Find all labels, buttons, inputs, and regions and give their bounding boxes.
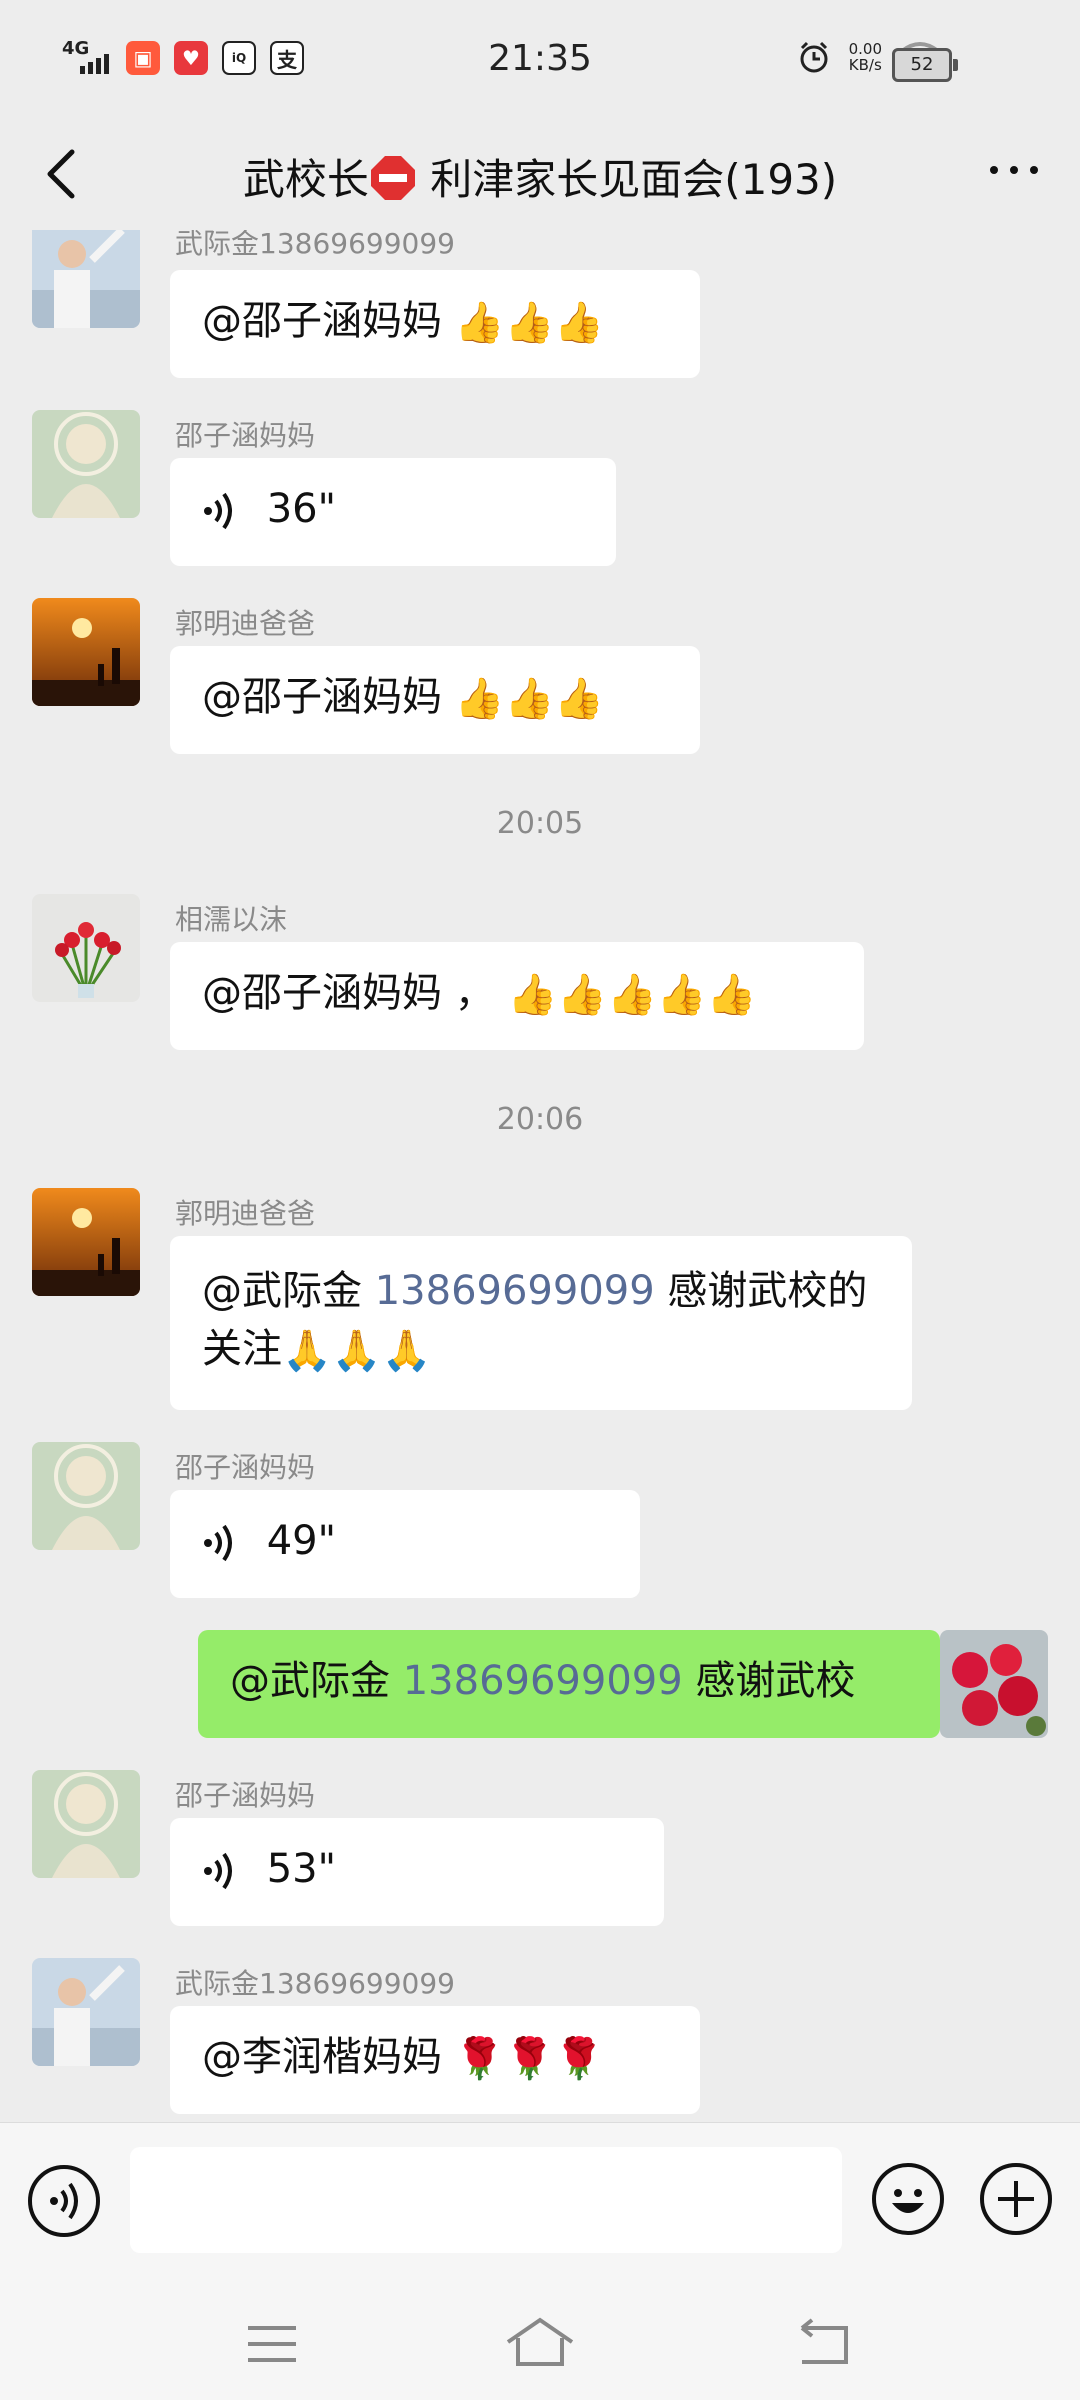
chat-title-prefix: 武校长	[242, 155, 369, 204]
mention-phone-number[interactable]: 13869699099	[403, 1658, 683, 1704]
avatar[interactable]	[32, 1958, 140, 2066]
emoji-icon[interactable]	[872, 2163, 944, 2235]
thumbs-up-emoji: 👍👍👍👍👍	[507, 972, 757, 1018]
message-bubble[interactable]: @邵子涵妈妈 ， 👍👍👍👍👍	[170, 942, 864, 1050]
voice-duration: 49"	[266, 1518, 337, 1564]
thumbs-up-emoji: 👍👍👍	[454, 300, 605, 346]
message-bubble[interactable]: @邵子涵妈妈 👍👍👍	[170, 646, 700, 754]
voice-message-bubble[interactable]: 53"	[170, 1818, 664, 1926]
avatar[interactable]	[32, 1442, 140, 1550]
message-bubble[interactable]: @李润楷妈妈 🌹🌹🌹	[170, 2006, 700, 2114]
sender-name: 武际金13869699099	[175, 1967, 455, 2000]
voice-duration: 36"	[266, 486, 337, 532]
chat-header: 武校长 利津家长见面会(193)	[0, 120, 1080, 230]
voice-message-bubble[interactable]: 49"	[170, 1490, 640, 1598]
system-nav-bar	[0, 2282, 1080, 2400]
more-dots-icon[interactable]	[984, 150, 1044, 190]
avatar[interactable]	[32, 598, 140, 706]
menu-icon[interactable]	[244, 2322, 300, 2366]
plus-icon[interactable]	[980, 2163, 1052, 2235]
sender-name: 邵子涵妈妈	[175, 1451, 316, 1484]
sender-name: 武际金13869699099	[175, 230, 455, 260]
voice-wave-icon	[204, 1852, 232, 1890]
message-bubble[interactable]: @武际金 13869699099 感谢武校的关注🙏🙏🙏	[170, 1236, 912, 1410]
sender-name: 邵子涵妈妈	[175, 1779, 316, 1812]
voice-message-bubble[interactable]: 36"	[170, 458, 616, 566]
voice-wave-icon	[204, 492, 232, 530]
status-bar: 4G ▣ ♥ iQ 支 21:35 0.00 KB/s 52	[0, 0, 1080, 120]
avatar[interactable]	[32, 894, 140, 1002]
my-message-bubble[interactable]: @武际金 13869699099 感谢武校	[198, 1630, 940, 1738]
voice-wave-icon	[204, 1524, 232, 1562]
time-separator: 20:06	[496, 1102, 584, 1137]
sender-name: 郭明迪爸爸	[175, 1197, 316, 1230]
time-separator: 20:05	[496, 806, 584, 841]
battery-indicator: 52	[892, 48, 958, 82]
message-input-bar	[0, 2122, 1080, 2283]
thumbs-up-emoji: 👍👍👍	[454, 676, 605, 722]
mention[interactable]: @武际金	[202, 1268, 362, 1314]
my-avatar[interactable]	[940, 1630, 1048, 1738]
mention[interactable]: @邵子涵妈妈	[202, 298, 442, 344]
mention[interactable]: @邵子涵妈妈	[202, 970, 442, 1016]
mention[interactable]: @邵子涵妈妈	[202, 674, 442, 720]
back-nav-icon[interactable]	[794, 2318, 854, 2368]
chat-title-suffix: 利津家长见面会(193)	[430, 155, 838, 204]
sender-name: 郭明迪爸爸	[175, 607, 316, 640]
avatar[interactable]	[32, 1188, 140, 1296]
sender-name: 邵子涵妈妈	[175, 419, 316, 452]
avatar[interactable]	[32, 230, 140, 328]
praying-hands-emoji: 🙏🙏🙏	[282, 1328, 432, 1374]
message-bubble[interactable]: @邵子涵妈妈 👍👍👍	[170, 270, 700, 378]
mention[interactable]: @李润楷妈妈	[202, 2034, 442, 2080]
stop-sign-icon	[370, 156, 415, 200]
rose-emoji: 🌹🌹🌹	[454, 2036, 605, 2082]
chat-title: 武校长 利津家长见面会(193)	[0, 146, 1080, 207]
voice-duration: 53"	[266, 1846, 337, 1892]
home-icon[interactable]	[504, 2316, 576, 2368]
avatar[interactable]	[32, 410, 140, 518]
chat-message-list[interactable]: 武际金13869699099 @邵子涵妈妈 👍👍👍 邵子涵妈妈 36" 郭明迪爸…	[0, 230, 1080, 2120]
network-speed: 0.00 KB/s	[848, 40, 882, 74]
alarm-icon	[800, 41, 828, 73]
message-input[interactable]	[130, 2147, 842, 2253]
avatar[interactable]	[32, 1770, 140, 1878]
voice-input-icon[interactable]	[28, 2165, 100, 2237]
mention-phone-number[interactable]: 13869699099	[375, 1268, 655, 1314]
sender-name: 相濡以沫	[175, 903, 288, 936]
message-text: 感谢武校	[695, 1658, 856, 1704]
mention[interactable]: @武际金	[230, 1658, 390, 1704]
message-text: ，	[454, 970, 495, 1016]
